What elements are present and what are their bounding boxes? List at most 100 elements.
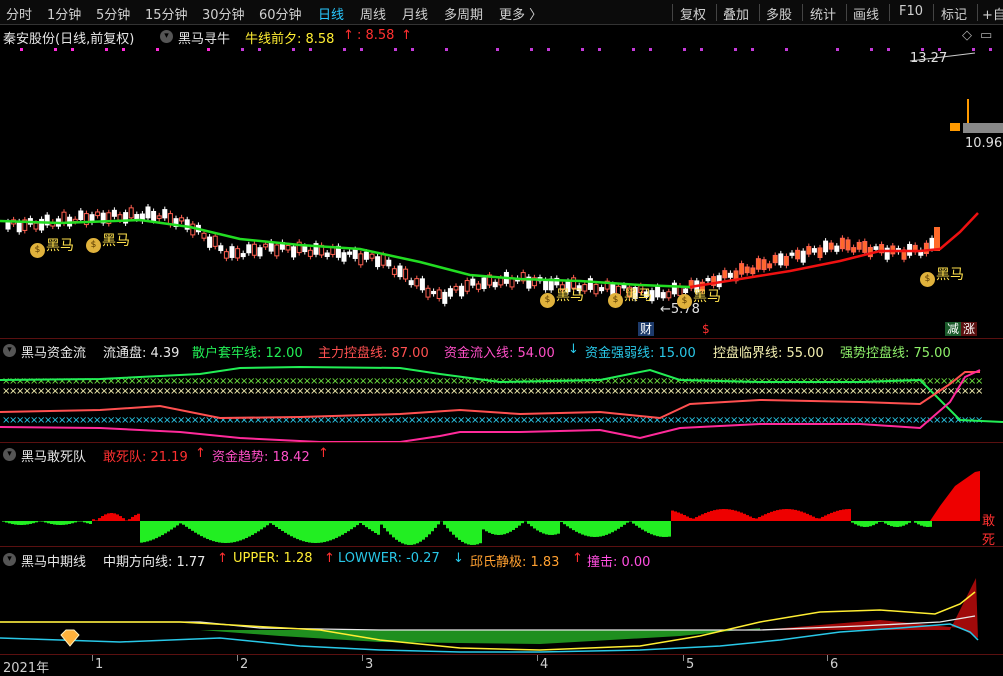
candle-body <box>307 249 313 257</box>
histogram-bar <box>812 516 815 521</box>
draw-line-button[interactable]: 画线 <box>853 4 879 23</box>
marker-finance[interactable]: 财 <box>638 322 655 336</box>
histogram-bar <box>548 521 551 535</box>
candle-body <box>464 280 470 292</box>
histogram-bar <box>212 521 215 542</box>
add-custom-button[interactable]: +自 <box>982 4 1003 23</box>
toolbar-divider <box>759 4 760 21</box>
histogram-bar <box>779 509 782 521</box>
histogram-bar <box>293 521 296 538</box>
candle-body <box>470 278 476 286</box>
tf-weekly[interactable]: 周线 <box>360 4 386 23</box>
fund-flow-chart: ××××××××××××××××××××××××××××××××××××××××… <box>0 365 1003 443</box>
tf-fenshi[interactable]: 分时 <box>6 4 32 23</box>
histogram-bar <box>185 521 188 527</box>
candle-body <box>851 247 857 253</box>
dare-right-label: 敢死 <box>982 514 996 548</box>
histogram-bar <box>236 521 239 542</box>
histogram-bar <box>794 509 797 521</box>
tf-5min[interactable]: 5分钟 <box>96 4 130 23</box>
f10-button[interactable]: F10 <box>899 4 923 19</box>
histogram-bar <box>143 521 146 543</box>
chevron-down-icon[interactable]: ▾ <box>3 344 16 357</box>
signal-dot <box>649 48 652 51</box>
mark-button[interactable]: 标记 <box>941 4 967 23</box>
tf-multi-period[interactable]: 多周期 <box>444 4 483 23</box>
tf-60min[interactable]: 60分钟 <box>259 4 302 23</box>
histogram-bar <box>332 521 335 540</box>
mid-panel-name[interactable]: 黑马中期线 <box>21 551 86 570</box>
tf-30min[interactable]: 30分钟 <box>202 4 245 23</box>
axis-label-4: 4 <box>540 657 549 672</box>
signal-dot <box>989 48 992 51</box>
toolbar-divider <box>889 4 890 21</box>
histogram-bar <box>632 521 635 524</box>
candle-body <box>117 214 123 221</box>
fuquan-button[interactable]: 复权 <box>680 4 706 23</box>
signal-dot <box>870 48 873 51</box>
histogram-bar <box>545 521 548 535</box>
histogram-bar <box>494 521 497 535</box>
signal-dot <box>598 48 601 51</box>
marker-rise[interactable]: 涨 <box>961 322 978 336</box>
tf-1min[interactable]: 1分钟 <box>47 4 81 23</box>
marker-reduce[interactable]: 减 <box>945 322 962 336</box>
histogram-bar <box>878 521 881 522</box>
histogram-bar <box>17 521 20 525</box>
histogram-bar <box>620 521 623 527</box>
histogram-bar <box>905 521 908 525</box>
candle-body <box>671 282 677 295</box>
histogram-bar <box>209 521 212 541</box>
histogram-bar <box>527 521 530 524</box>
histogram-bar <box>893 521 896 527</box>
candle-body <box>218 245 224 252</box>
candle-body <box>212 235 218 247</box>
dare-value: 敢死队: 21.19 <box>103 450 188 465</box>
chevron-down-icon[interactable]: ▾ <box>3 553 16 566</box>
multi-stock-button[interactable]: 多股 <box>766 4 792 23</box>
mid-lower-arrow: ↓ <box>453 551 464 566</box>
histogram-bar <box>716 509 719 521</box>
overlay-button[interactable]: 叠加 <box>723 4 749 23</box>
candle-body <box>190 223 196 236</box>
tf-monthly[interactable]: 月线 <box>402 4 428 23</box>
histogram-bar <box>152 521 155 540</box>
histogram-bar <box>800 511 803 521</box>
histogram-bar <box>389 521 392 535</box>
histogram-bar <box>860 521 863 527</box>
candle-body <box>459 285 465 297</box>
histogram-bar <box>839 510 842 521</box>
candle-body <box>498 277 504 286</box>
price-band <box>963 123 1003 133</box>
histogram-bar <box>710 510 713 521</box>
histogram-bar <box>182 521 185 525</box>
candle-body <box>823 240 829 253</box>
tf-more[interactable]: 更多 〉 <box>499 4 542 23</box>
histogram-bar <box>581 521 584 535</box>
histogram-bar <box>830 512 833 521</box>
histogram-bar <box>284 521 287 533</box>
fund-panel-name[interactable]: 黑马资金流 <box>21 342 86 361</box>
signal-heima: $ 黑马 <box>608 285 652 308</box>
histogram-bar <box>467 521 470 545</box>
panel-divider <box>0 338 1003 339</box>
histogram-bar <box>290 521 293 537</box>
histogram-bar <box>329 521 332 541</box>
candle-body <box>156 215 162 219</box>
histogram-bar <box>422 521 425 540</box>
candle-body <box>666 291 672 299</box>
histogram-bar <box>83 521 86 523</box>
histogram-bar <box>557 521 560 534</box>
histogram-bar <box>926 521 929 527</box>
chevron-down-icon[interactable]: ▾ <box>3 448 16 461</box>
dare-histogram <box>2 471 980 545</box>
statistics-button[interactable]: 统计 <box>810 4 836 23</box>
histogram-bar <box>218 521 221 543</box>
marker-dollar[interactable]: $ <box>700 322 712 336</box>
tf-15min[interactable]: 15分钟 <box>145 4 188 23</box>
tf-daily[interactable]: 日线 <box>318 4 344 23</box>
dare-panel-name[interactable]: 黑马敢死队 <box>21 446 86 465</box>
panel-divider <box>0 442 1003 443</box>
candle-body <box>223 251 229 259</box>
signal-dot <box>394 48 397 51</box>
